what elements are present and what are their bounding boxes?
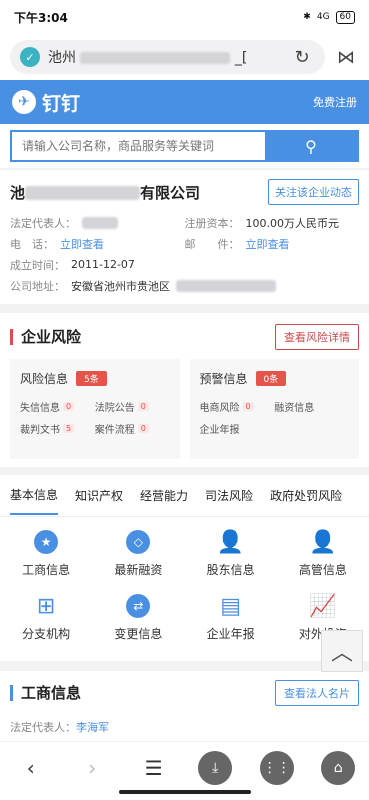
address-field[interactable]: ✓ 池州 _[ ↻ — [10, 40, 325, 74]
list-item[interactable]: 失信信息 0 — [20, 395, 95, 417]
chevron-up-icon: ︿ — [330, 641, 353, 666]
redacted-name — [25, 186, 141, 200]
redacted-address — [176, 279, 276, 292]
info-tabs: 基本信息 知识产权 经营能力 司法风险 政府处罚风险 — [0, 475, 369, 517]
mail-view-link[interactable]: 立即查看 — [246, 236, 290, 252]
legal-card-button[interactable]: 查看法人名片 — [275, 680, 359, 706]
redacted-url — [80, 52, 231, 64]
redacted-legal — [82, 216, 118, 229]
risk-section: 企业风险 查看风险详情 风险信息 5条 失信信息 0 法院公告 0 裁判文书 5 案件流… — [0, 313, 369, 467]
back-to-top-button[interactable]: ︿ — [321, 630, 363, 672]
grid-item-branches[interactable]: ⊞ 分支机构 — [0, 593, 92, 657]
register-link[interactable]: 免费注册 — [313, 94, 357, 110]
brand-logo[interactable]: ✈ 钉钉 — [12, 89, 80, 116]
tab-judicial[interactable]: 司法风险 — [205, 487, 253, 504]
swap-icon: ⇄ — [125, 593, 151, 619]
home-indicator — [118, 790, 251, 794]
tab-basic[interactable]: 基本信息 — [10, 476, 59, 515]
executive-icon: 👤 — [309, 529, 337, 555]
warning-count-badge: 0条 — [255, 370, 287, 386]
tabs-grid-icon[interactable]: ⋮⋮ — [259, 751, 294, 785]
forward-icon[interactable]: › — [75, 751, 109, 785]
report-icon: ▤ — [220, 593, 242, 619]
list-item[interactable]: 案件流程 0 — [95, 417, 170, 439]
police-badge-icon: ★ — [33, 529, 59, 555]
browser-url-bar: ✓ 池州 _[ ↻ ⋈ — [0, 34, 369, 80]
shield-icon: ✓ — [20, 47, 40, 67]
list-item[interactable]: 融资信息 — [274, 395, 349, 417]
risk-title: 企业风险 — [10, 329, 81, 345]
legal-name-link[interactable]: 李海军 — [76, 721, 109, 734]
grid-item-annual-report[interactable]: ▤ 企业年报 — [185, 593, 277, 657]
status-icons: ✱ 4G 60 — [303, 10, 355, 24]
grid-item-business[interactable]: ★ 工商信息 — [0, 529, 92, 593]
bluetooth-icon: ✱ — [303, 12, 311, 22]
company-name: 池有限公司 — [10, 183, 201, 202]
shareholder-icon: 👤 — [216, 529, 245, 555]
search-input[interactable] — [12, 132, 265, 160]
list-item[interactable]: 法院公告 0 — [95, 395, 170, 417]
business-title: 工商信息 — [10, 685, 81, 701]
search-bar: ⚲ — [0, 124, 369, 168]
phone-view-link[interactable]: 立即查看 — [60, 236, 104, 252]
search-icon: ⚲ — [305, 136, 317, 156]
grid-item-executives[interactable]: 👤 高管信息 — [277, 529, 369, 593]
business-section: 工商信息 查看法人名片 法定代表人：李海军 — [0, 671, 369, 741]
search-button[interactable]: ⚲ — [265, 132, 357, 160]
tab-ip[interactable]: 知识产权 — [75, 487, 123, 504]
refresh-icon[interactable]: ↻ — [289, 44, 315, 70]
list-item[interactable]: 裁判文书 5 — [20, 417, 95, 439]
diamond-icon: ◇ — [125, 529, 151, 555]
dingtalk-logo-icon: ✈ — [12, 90, 36, 114]
warning-info-card[interactable]: 预警信息 0条 电商风险 0 融资信息 企业年报 — [189, 359, 359, 459]
follow-button[interactable]: 关注该企业动态 — [268, 179, 359, 205]
share-icon[interactable]: ⋈ — [333, 44, 359, 70]
risk-count-badge: 5条 — [76, 370, 107, 386]
menu-icon[interactable]: ☰ — [137, 751, 171, 785]
site-header: ✈ 钉钉 免费注册 — [0, 80, 369, 124]
signal-icon: 4G — [316, 12, 330, 22]
grid-item-shareholders[interactable]: 👤 股东信息 — [185, 529, 277, 593]
home-icon[interactable]: ⌂ — [321, 751, 356, 785]
feature-grid: ★ 工商信息 ◇ 最新融资 👤 股东信息 👤 高管信息 ⊞ 分支机构 ⇄ 变更信息 ▤ 企业年… — [0, 517, 369, 661]
tab-operation[interactable]: 经营能力 — [140, 487, 188, 504]
clock: 下午3:04 — [14, 10, 68, 25]
company-card: 池有限公司 关注该企业动态 法定代表人： 注册资本： 100.00万人民币元 电 … — [0, 170, 369, 304]
risk-detail-button[interactable]: 查看风险详情 — [275, 324, 359, 350]
list-item[interactable]: 电商风险 0 — [200, 395, 275, 417]
grid-item-financing[interactable]: ◇ 最新融资 — [92, 529, 184, 593]
url-text: 池州 _[ — [48, 50, 248, 66]
list-item[interactable]: 企业年报 — [200, 417, 275, 439]
battery-icon: 60 — [335, 10, 355, 24]
status-bar: 下午3:04 ✱ 4G 60 — [0, 0, 369, 34]
download-icon[interactable]: ⤓ — [198, 751, 233, 785]
org-tree-icon: ⊞ — [36, 593, 56, 619]
trend-icon: 📈 — [309, 593, 337, 619]
back-icon[interactable]: ‹ — [14, 751, 48, 785]
grid-item-changes[interactable]: ⇄ 变更信息 — [92, 593, 184, 657]
risk-info-card[interactable]: 风险信息 5条 失信信息 0 法院公告 0 裁判文书 5 案件流程 0 — [10, 359, 180, 459]
tab-penalty[interactable]: 政府处罚风险 — [270, 487, 342, 504]
